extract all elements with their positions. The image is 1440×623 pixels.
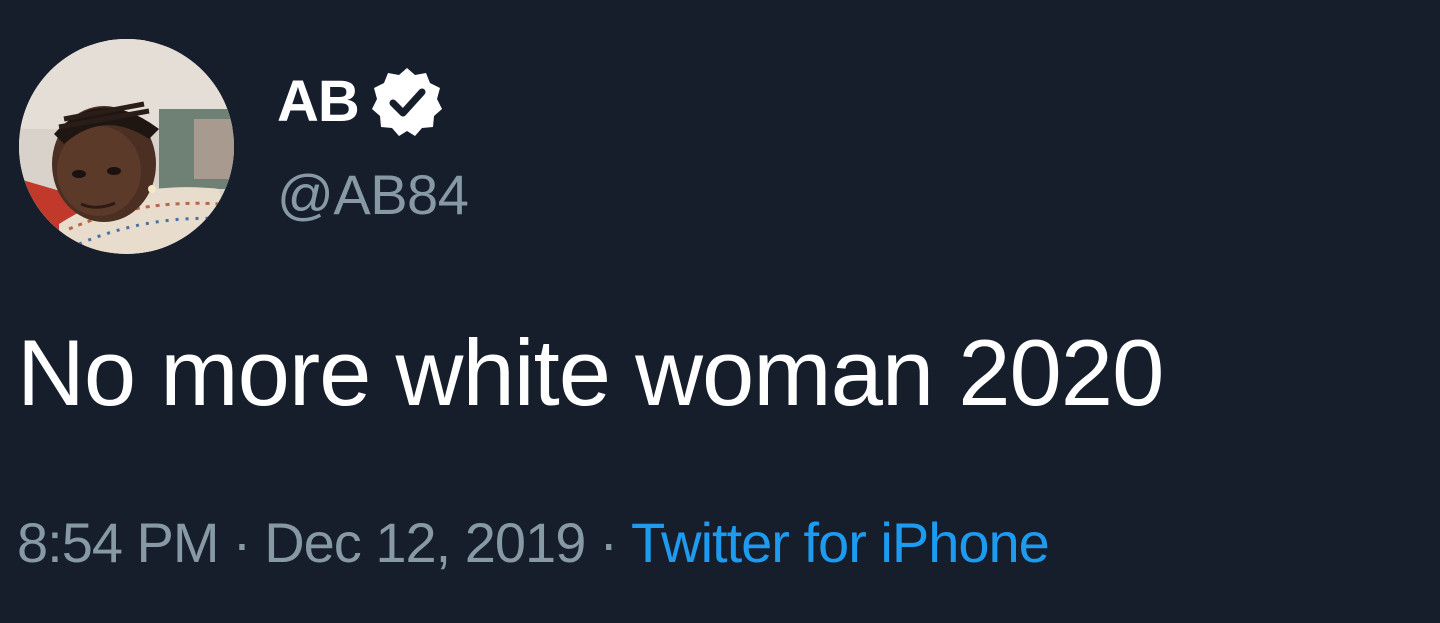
user-name-row: AB [277,64,443,140]
verified-badge-icon [371,66,443,138]
meta-separator: · [599,511,618,574]
display-name[interactable]: AB [277,64,360,140]
tweet-time[interactable]: 8:54 PM [17,511,220,574]
tweet-text: No more white woman 2020 [17,320,1164,425]
tweet-source-link[interactable]: Twitter for iPhone [631,511,1050,574]
meta-separator: · [232,511,252,574]
tweet-date[interactable]: Dec 12, 2019 [264,511,586,574]
avatar[interactable] [19,39,234,254]
profile-photo-icon [19,39,234,254]
user-handle[interactable]: @AB84 [277,160,469,230]
tweet-card: AB @AB84 No more white woman 2020 8:54 P… [0,0,1440,623]
tweet-meta: 8:54 PM · Dec 12, 2019 · Twitter for iPhone [17,505,1050,581]
